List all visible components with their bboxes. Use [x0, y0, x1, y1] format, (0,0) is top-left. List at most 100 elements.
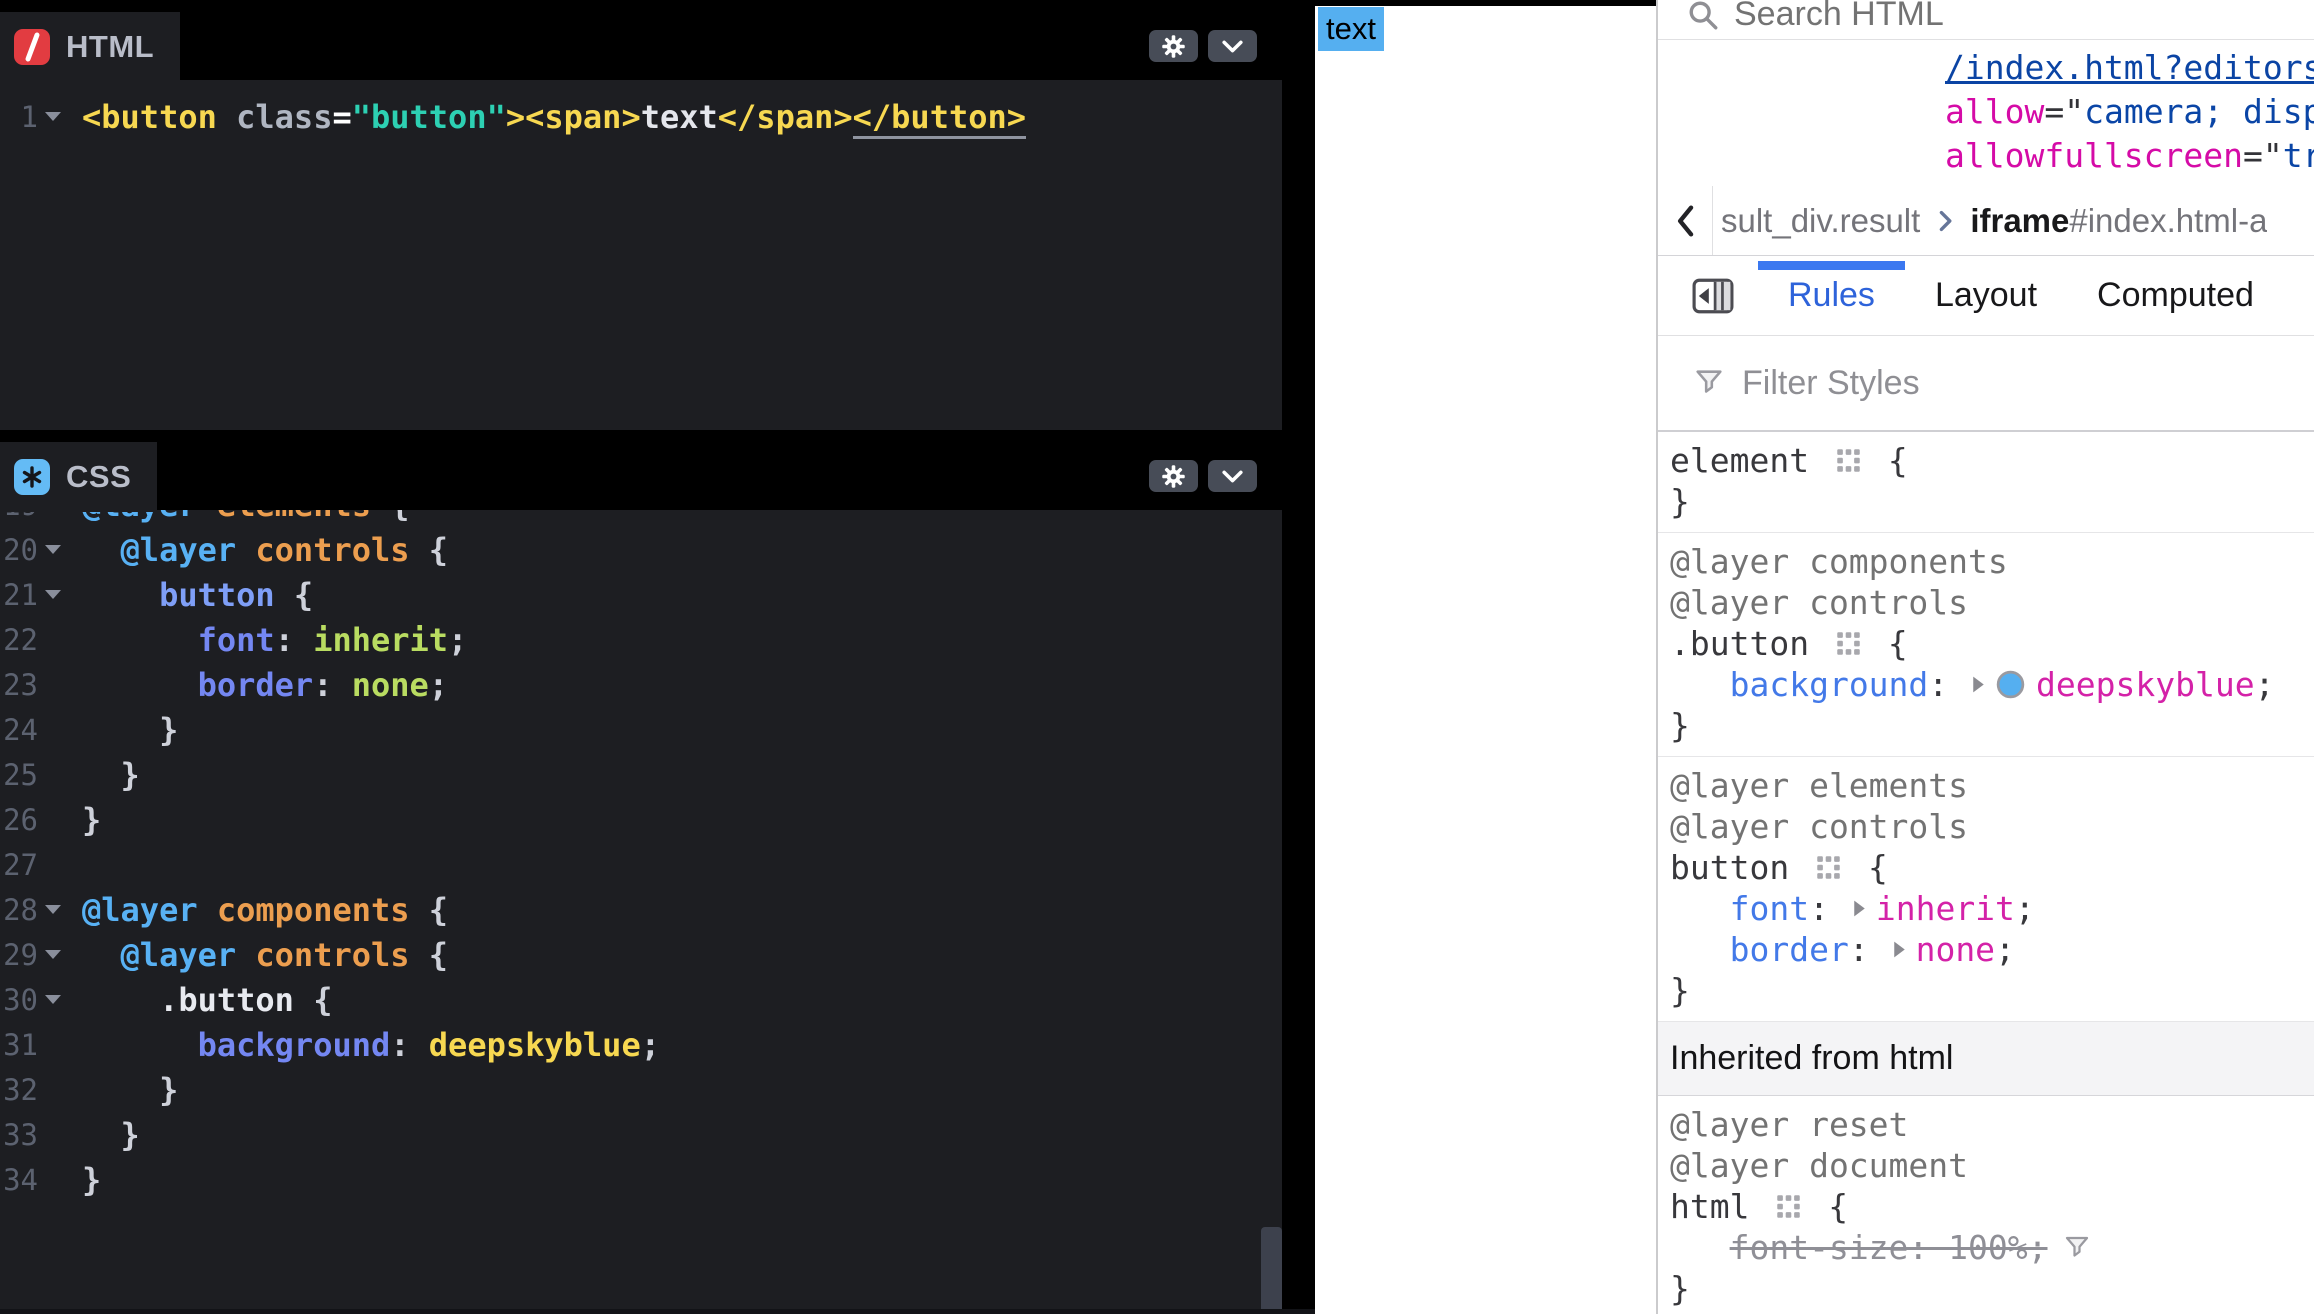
filter-styles-row[interactable]: Filter Styles [1658, 336, 2314, 432]
html-tree[interactable]: /index.html?editorsallow="camera; dispal… [1658, 40, 2314, 186]
filter-funnel-icon [1692, 366, 1726, 400]
code-line[interactable]: 26} [0, 797, 1282, 842]
highlighter-grid-icon[interactable] [1835, 630, 1862, 657]
breadcrumb-back-button[interactable] [1658, 186, 1712, 255]
token: background [198, 1026, 391, 1064]
rule-line[interactable]: @layer elements [1670, 765, 2314, 806]
tab-rules[interactable]: Rules [1758, 256, 1905, 335]
rule-line[interactable]: @layer document [1670, 1145, 2314, 1186]
fold-toggle[interactable] [38, 995, 68, 1004]
token: { [1808, 1186, 1848, 1227]
highlighter-grid-icon[interactable] [1835, 447, 1862, 474]
code-line[interactable]: 25 } [0, 752, 1282, 797]
rule-line[interactable]: font-size: 100%; [1670, 1227, 2314, 1268]
code-line[interactable]: 23 border: none; [0, 662, 1282, 707]
tree-line[interactable]: /index.html?editors [1945, 46, 2314, 90]
css-collapse-button[interactable] [1208, 460, 1257, 492]
line-number: 32 [0, 1073, 38, 1107]
html-code-area[interactable]: 1<button class="button"><span>text</span… [0, 80, 1282, 430]
rule-line[interactable]: .button { [1670, 623, 2314, 664]
fold-toggle[interactable] [38, 112, 68, 121]
token [275, 576, 294, 614]
rule-line[interactable]: font: inherit; [1670, 888, 2314, 929]
expand-arrow-icon[interactable] [1851, 898, 1868, 919]
html-collapse-button[interactable] [1208, 30, 1257, 62]
rule-line[interactable]: @layer controls [1670, 806, 2314, 847]
code-line[interactable]: 31 background: deepskyblue; [0, 1022, 1282, 1067]
line-number: 27 [0, 848, 38, 882]
highlighter-grid-icon[interactable] [1775, 1193, 1802, 1220]
tree-line[interactable]: ="" allowf [1945, 178, 2314, 186]
token: { [1848, 847, 1888, 888]
css-settings-button[interactable] [1149, 460, 1198, 492]
code-line[interactable]: 24 } [0, 707, 1282, 752]
rule-line[interactable]: element { [1670, 440, 2314, 481]
token: ><span> [506, 98, 641, 136]
html-panel-actions [1149, 30, 1257, 62]
tab-layout[interactable]: Layout [1905, 256, 2067, 335]
token: { [429, 531, 448, 569]
fold-toggle[interactable] [38, 905, 68, 914]
tree-line[interactable]: allow="camera; disp [1945, 90, 2314, 134]
breadcrumb-item-child[interactable]: iframe#index.html-a [1970, 202, 2267, 240]
code-line[interactable]: 21 button { [0, 572, 1282, 617]
code-line[interactable]: 22 font: inherit; [0, 617, 1282, 662]
sidebar-toggle-button[interactable] [1692, 278, 1734, 314]
line-number: 25 [0, 758, 38, 792]
rule-line[interactable]: } [1670, 1268, 2314, 1309]
rule-line[interactable]: background: deepskyblue; [1670, 664, 2314, 705]
fold-toggle[interactable] [38, 590, 68, 599]
preview-text-button[interactable]: text [1318, 7, 1384, 51]
expand-arrow-icon[interactable] [1891, 939, 1908, 960]
line-number: 29 [0, 938, 38, 972]
fold-toggle[interactable] [38, 545, 68, 554]
code-line[interactable]: 27 [0, 842, 1282, 887]
token: button [1670, 847, 1809, 888]
html-settings-button[interactable] [1149, 30, 1198, 62]
token: } [121, 1116, 140, 1154]
token: inherit [1876, 888, 2015, 929]
code-line[interactable]: 29 @layer controls { [0, 932, 1282, 977]
rule-line[interactable]: } [1670, 705, 2314, 746]
devtools-search-row[interactable]: Search HTML [1658, 0, 2314, 40]
highlighter-grid-icon[interactable] [1815, 854, 1842, 881]
rule-line[interactable]: @layer reset [1670, 1104, 2314, 1145]
token: element [1670, 440, 1829, 481]
color-swatch[interactable] [1995, 669, 2026, 700]
expand-arrow-icon[interactable] [1970, 674, 1987, 695]
rule-line[interactable]: @layer controls [1670, 582, 2314, 623]
fold-triangle-icon [45, 905, 61, 914]
rule-line[interactable]: @layer components [1670, 541, 2314, 582]
css-panel-tab[interactable]: CSS [0, 442, 157, 512]
token: @layer elements [1670, 765, 1968, 806]
editor-bottom-divider [0, 1309, 1315, 1314]
code-line[interactable]: 33 } [0, 1112, 1282, 1157]
tab-label: Layout [1935, 276, 2037, 315]
css-scrollbar-thumb[interactable] [1261, 1227, 1282, 1314]
code-line[interactable]: 28@layer components { [0, 887, 1282, 932]
token: } [159, 1071, 178, 1109]
token: } [82, 801, 101, 839]
rule-line[interactable]: button { [1670, 847, 2314, 888]
token: components [217, 891, 410, 929]
code-line[interactable]: 34} [0, 1157, 1282, 1202]
code-line[interactable]: 30 .button { [0, 977, 1282, 1022]
rule-line[interactable]: } [1670, 481, 2314, 522]
breadcrumb-item-parent[interactable]: sult_div.result [1713, 202, 1920, 240]
rule-line[interactable]: } [1670, 970, 2314, 1011]
rule-line[interactable]: border: none; [1670, 929, 2314, 970]
code-line[interactable]: 32 } [0, 1067, 1282, 1112]
overridden-filter-icon[interactable] [2062, 1233, 2092, 1263]
fold-toggle[interactable] [38, 950, 68, 959]
rule-block: @layer elements@layer controlsbutton { f… [1658, 757, 2314, 1022]
html-panel-tab[interactable]: HTML [0, 12, 180, 82]
token: font [198, 621, 275, 659]
code-line[interactable]: 1<button class="button"><span>text</span… [0, 94, 1282, 139]
rule-line[interactable]: html { [1670, 1186, 2314, 1227]
css-code-area[interactable]: 19@layer elements {20 @layer controls {2… [0, 482, 1282, 1314]
tab-computed[interactable]: Computed [2067, 256, 2284, 335]
tree-line[interactable]: allowfullscreen="tr [1945, 134, 2314, 178]
code-line[interactable]: 20 @layer controls { [0, 527, 1282, 572]
token: </button> [853, 98, 1026, 139]
chevron-left-icon [1670, 204, 1700, 238]
